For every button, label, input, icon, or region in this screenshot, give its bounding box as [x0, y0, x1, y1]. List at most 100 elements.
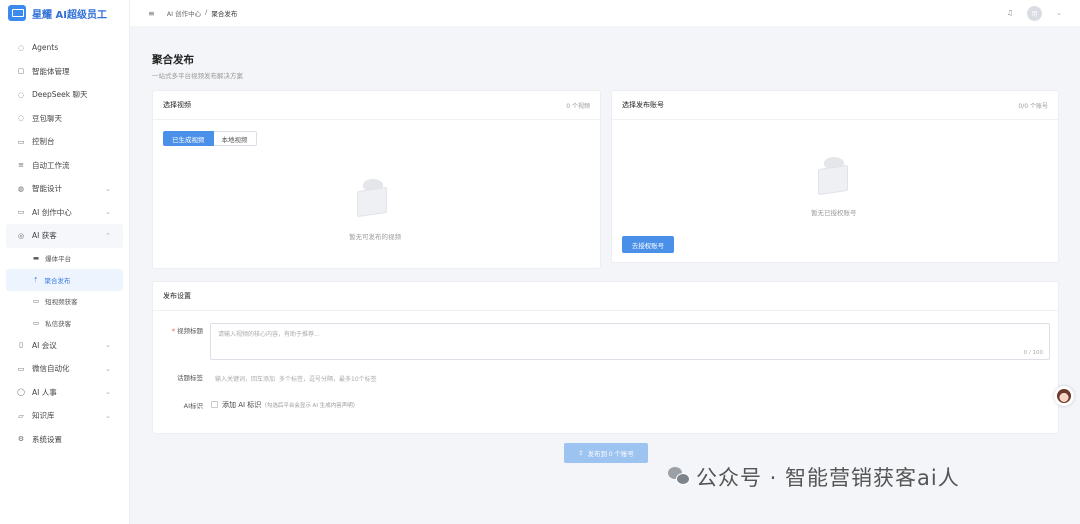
mic-icon: ▯ [19, 341, 23, 350]
watermark-text: 公众号 · 智能营销获客ai人 [696, 466, 960, 490]
upload-icon: ⇪ [578, 450, 584, 457]
breadcrumb-current: 聚合发布 [211, 10, 238, 18]
sidebar-item-ai-acquisition[interactable]: ◎ AI 获客 ⌃ [6, 224, 123, 248]
chat-icon: ◌ [17, 43, 25, 52]
chevron-up-icon: ⌃ [105, 231, 111, 240]
video-title-placeholder: 请输入视频的核心内容，有助于推荐... [218, 331, 320, 338]
sidebar-item-label: 微信自动化 [32, 364, 70, 374]
card-title: 发布设置 [163, 292, 191, 300]
sidebar-item-label: DeepSeek 聊天 [32, 90, 88, 100]
chevron-down-icon: ⌄ [105, 208, 111, 217]
ai-label-checkbox[interactable] [211, 401, 218, 408]
monitor-icon: ▭ [17, 137, 25, 146]
publish-settings-card: 发布设置 * 视频标题 请输入视频的核心内容，有助于推荐... 0 / 100 话… [152, 281, 1059, 434]
sidebar-subitem-short-video[interactable]: ▭ 短视频获客 [0, 291, 129, 313]
sidebar-item-ai-hr[interactable]: ◯ AI 人事 ⌄ [0, 381, 129, 405]
sidebar-subitem-label: 短视频获客 [45, 298, 78, 307]
target-icon: ◎ [17, 231, 25, 240]
sidebar-subitem-private-message[interactable]: ▭ 私信获客 [0, 312, 129, 334]
video-title-input[interactable]: 请输入视频的核心内容，有助于推荐... 0 / 100 [210, 323, 1050, 360]
user-icon: ◯ [17, 388, 25, 397]
sidebar-item-label: 控制台 [32, 137, 55, 147]
sidebar: 星耀 AI超级员工 ◌ Agents ▢ 智能体管理 ◌ DeepSeek 聊天 ◌ 豆… [0, 0, 130, 524]
account-count: 0/0 个账号 [1018, 102, 1048, 110]
sidebar-item-console[interactable]: ▭ 控制台 [0, 130, 129, 154]
wechat-icon [668, 467, 690, 487]
chat-icon: ◌ [17, 114, 25, 123]
tab-generated-videos[interactable]: 已生成视频 [163, 131, 214, 146]
video-title-counter: 0 / 100 [1023, 350, 1043, 356]
chat-icon: ◌ [17, 90, 25, 99]
sidebar-item-ai-meeting[interactable]: ▯ AI 会议 ⌄ [0, 334, 129, 358]
empty-text: 暂无已授权账号 [811, 209, 857, 217]
sidebar-item-system-settings[interactable]: ⚙ 系统设置 [0, 428, 129, 452]
breadcrumb-separator: / [205, 8, 208, 16]
menu-toggle-icon[interactable]: ≡ [148, 9, 155, 18]
sidebar-item-wechat-automation[interactable]: ▭ 微信自动化 ⌄ [0, 357, 129, 381]
assistant-face-icon [1057, 389, 1071, 403]
page-subtitle: 一站式多平台视频发布解决方案 [152, 72, 243, 80]
video-icon: ▭ [17, 208, 25, 217]
brand-name: 星耀 AI超级员工 [32, 9, 107, 21]
ai-label-check-hint: （勾选后平台会显示 AI 生成内容声明） [261, 403, 359, 409]
monitor-logo-icon [8, 5, 26, 21]
video-count: 0 个视频 [566, 102, 590, 110]
sidebar-subitem-label: 聚合发布 [44, 276, 71, 285]
message-icon: ▭ [33, 318, 40, 327]
tag-label: 话题标签 [177, 374, 203, 382]
publish-button-label: 发布到 0 个账号 [587, 451, 634, 458]
ai-label-check-text[interactable]: 添加 AI 标识（勾选后平台会显示 AI 生成内容声明） [222, 400, 358, 410]
tag-hint: 多个标签，逗号分隔，最多10个标签 [279, 376, 377, 383]
sidebar-item-ai-creation[interactable]: ▭ AI 创作中心 ⌄ [0, 201, 129, 225]
sidebar-item-smart-design[interactable]: ◍ 智能设计 ⌄ [0, 177, 129, 201]
card-title: 选择发布账号 [622, 101, 664, 109]
header-actions: ♫ 用 ⌄ [1007, 0, 1062, 26]
empty-text: 暂无可发布的视频 [349, 233, 401, 241]
assistant-avatar[interactable] [1054, 386, 1074, 406]
watermark: 公众号 · 智能营销获客ai人 [668, 462, 960, 492]
sidebar-subitem-media-platform[interactable]: ▬ 爆体平台 [0, 248, 129, 270]
sidebar-item-label: 智能设计 [32, 184, 62, 194]
empty-box-icon [816, 157, 852, 197]
ai-label: AI标识 [183, 402, 203, 410]
sidebar-item-agents[interactable]: ◌ Agents [0, 36, 129, 60]
sidebar-menu: ◌ Agents ▢ 智能体管理 ◌ DeepSeek 聊天 ◌ 豆包聊天 ▭ 控制台 ≡… [0, 26, 129, 451]
sidebar-item-knowledge-base[interactable]: ▱ 知识库 ⌄ [0, 404, 129, 428]
bell-icon[interactable]: ♫ [1007, 9, 1013, 17]
wechat-icon: ▭ [17, 364, 25, 373]
publish-button[interactable]: ⇪ 发布到 0 个账号 [564, 443, 648, 463]
chevron-down-icon: ⌄ [105, 184, 111, 193]
video-title-label-text: 视频标题 [177, 327, 203, 335]
gear-icon: ⚙ [17, 435, 25, 444]
tab-local-videos[interactable]: 本地视频 [213, 131, 257, 146]
sidebar-item-label: AI 人事 [32, 387, 57, 397]
sidebar-item-label: 系统设置 [32, 434, 62, 444]
brand[interactable]: 星耀 AI超级员工 [0, 0, 129, 26]
select-account-card: 选择发布账号 0/0 个账号 暂无已授权账号 去授权账号 [611, 90, 1059, 263]
tag-placeholder: 输入关键词，回车添加 [215, 376, 276, 383]
breadcrumb: AI 创作中心 / 聚合发布 [167, 8, 238, 18]
sidebar-item-deepseek-chat[interactable]: ◌ DeepSeek 聊天 [0, 83, 129, 107]
sidebar-item-agent-management[interactable]: ▢ 智能体管理 [0, 60, 129, 84]
avatar[interactable]: 用 [1027, 5, 1043, 21]
sidebar-item-workflow[interactable]: ≡ 自动工作流 [0, 154, 129, 178]
palette-icon: ◍ [17, 184, 25, 193]
chevron-down-icon[interactable]: ⌄ [1056, 9, 1062, 17]
upload-icon: ⇡ [33, 275, 39, 284]
sidebar-item-label: AI 获客 [32, 231, 57, 241]
chevron-down-icon: ⌄ [105, 364, 111, 373]
chevron-down-icon: ⌄ [105, 411, 111, 420]
empty-box-icon [355, 179, 391, 219]
tag-input[interactable]: 输入关键词，回车添加 多个标签，逗号分隔，最多10个标签 [215, 374, 377, 383]
breadcrumb-parent[interactable]: AI 创作中心 [167, 8, 201, 18]
sidebar-item-doubao-chat[interactable]: ◌ 豆包聊天 [0, 107, 129, 131]
card-header: 发布设置 [153, 282, 1058, 311]
sidebar-subitem-label: 爆体平台 [45, 255, 72, 264]
sidebar-subitem-aggregate-publish[interactable]: ⇡ 聚合发布 [6, 269, 123, 291]
top-header: ≡ AI 创作中心 / 聚合发布 ♫ 用 ⌄ [130, 0, 1080, 26]
authorize-account-button[interactable]: 去授权账号 [622, 236, 674, 253]
chevron-down-icon: ⌄ [105, 388, 111, 397]
sidebar-item-label: 知识库 [32, 411, 55, 421]
sidebar-item-label: 豆包聊天 [32, 113, 62, 123]
workflow-icon: ≡ [18, 161, 24, 170]
